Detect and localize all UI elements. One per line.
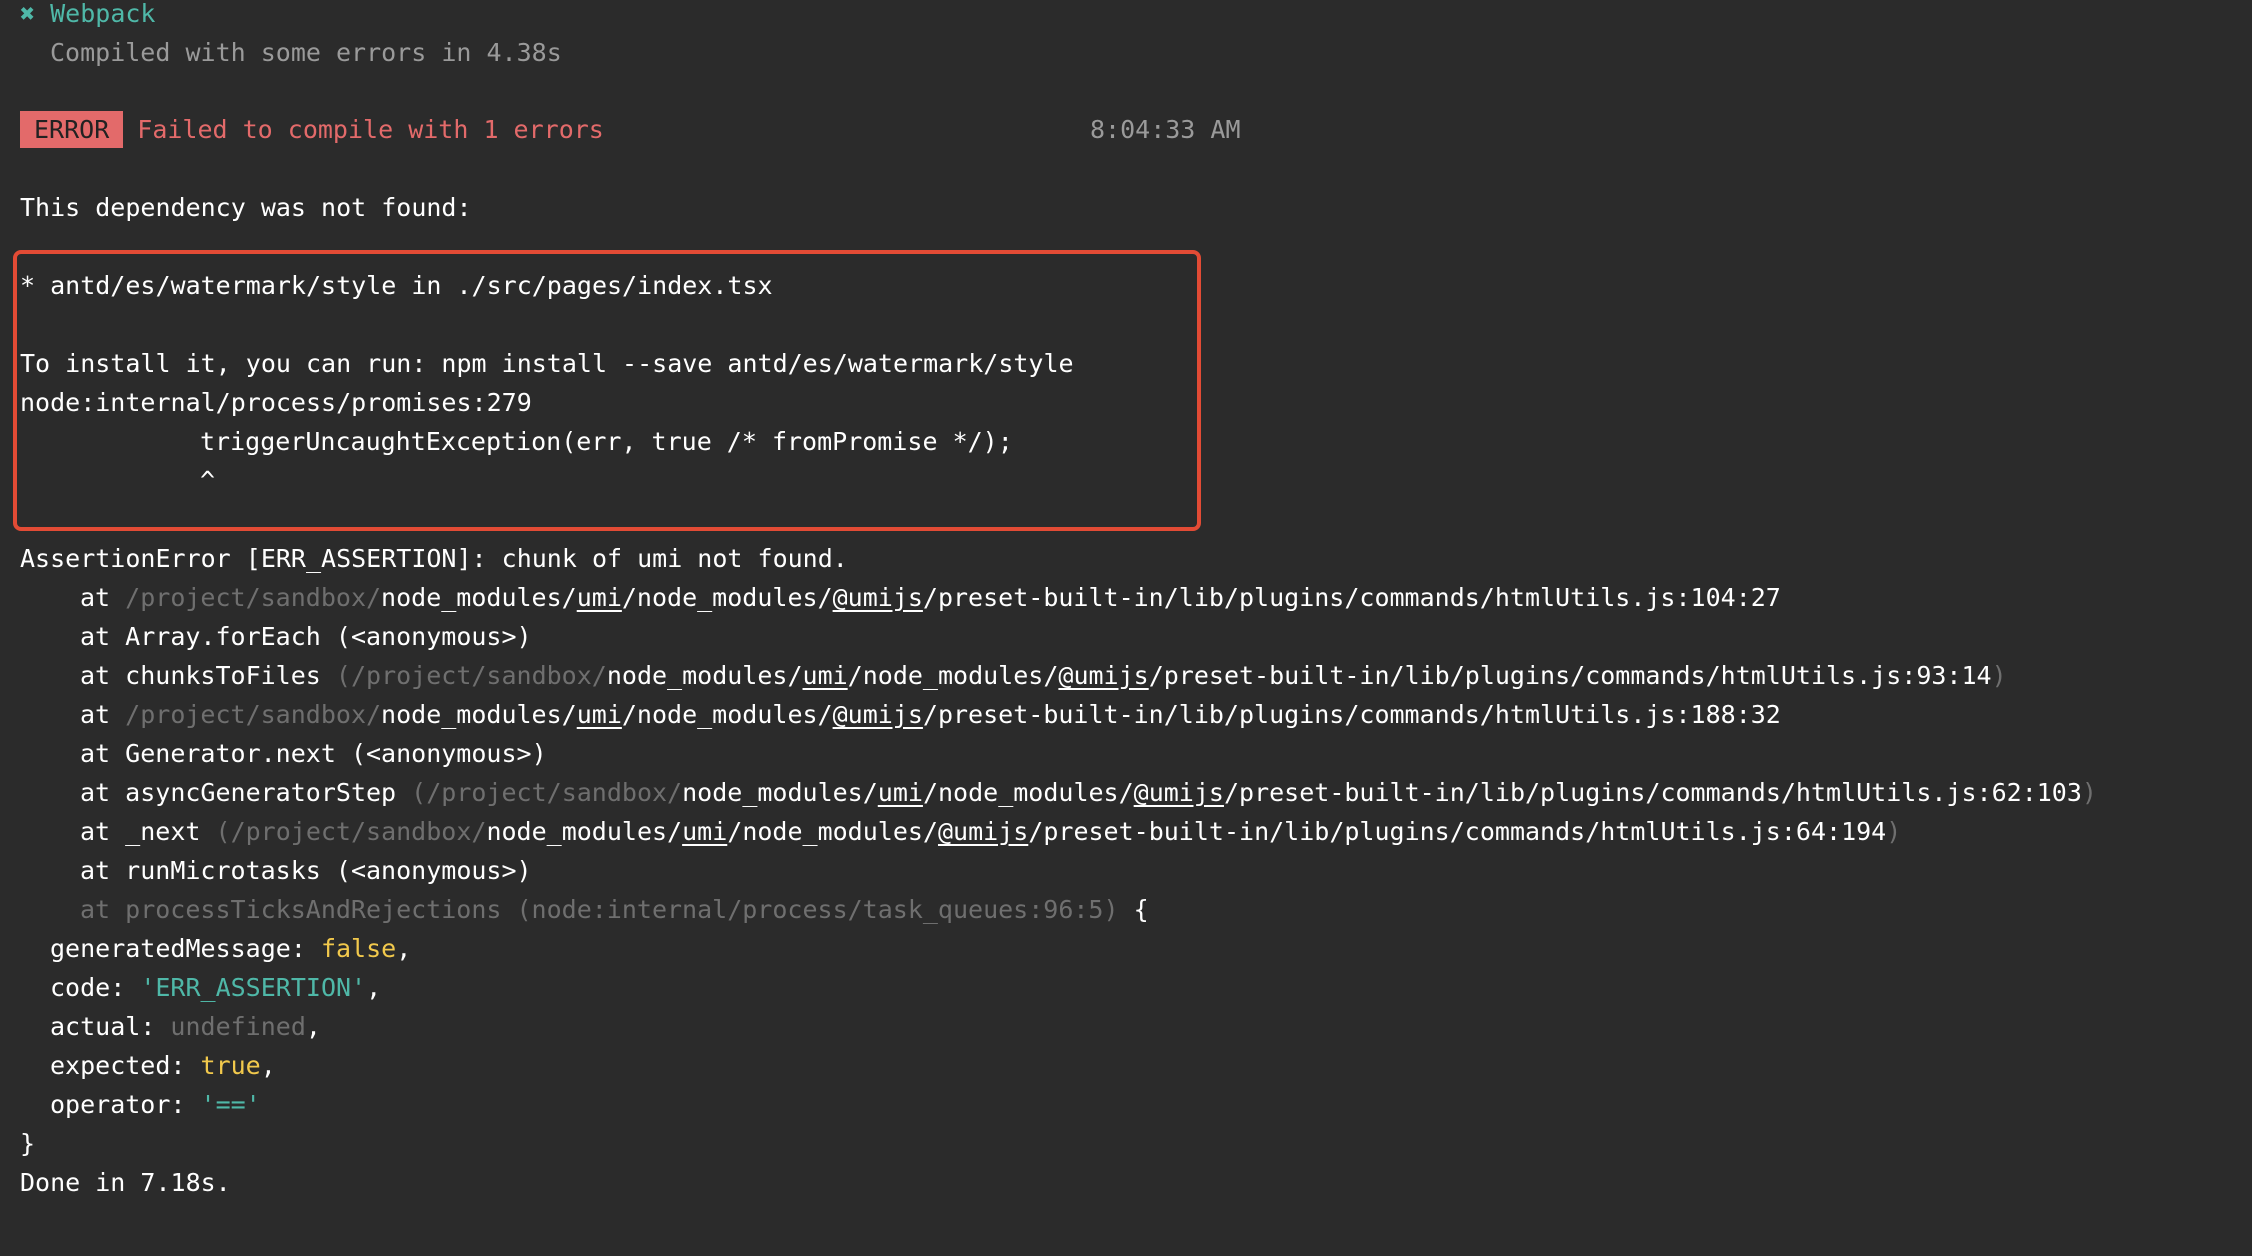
stack-line: at /project/sandbox/node_modules/umi/nod… xyxy=(80,583,1781,612)
dependency-heading: This dependency was not found: xyxy=(20,193,472,222)
close-brace: } xyxy=(20,1129,36,1158)
promise-location: node:internal/process/promises:279 xyxy=(20,388,532,417)
stack-line: at Generator.next (<anonymous>) xyxy=(80,739,547,768)
error-badge: ERROR xyxy=(20,111,124,148)
stack-line: at chunksToFiles (/project/sandbox/node_… xyxy=(80,661,2007,690)
assertion-error: AssertionError [ERR_ASSERTION]: chunk of… xyxy=(20,544,848,573)
stack-line: at processTicksAndRejections (node:inter… xyxy=(80,895,1149,924)
stack-line: at /project/sandbox/node_modules/umi/nod… xyxy=(80,700,1781,729)
stack-line: at _next (/project/sandbox/node_modules/… xyxy=(80,817,1902,846)
error-message: Failed to compile with 1 errors xyxy=(137,115,604,144)
prop-generated-message: generatedMessage: false, xyxy=(50,934,412,963)
webpack-title: Webpack xyxy=(50,0,156,28)
webpack-header: ✖ Webpack xyxy=(20,0,155,33)
prop-code: code: 'ERR_ASSERTION', xyxy=(50,973,382,1002)
uncaught-exception-code: triggerUncaughtException(err, true /* fr… xyxy=(200,427,1013,456)
error-line: ERROR Failed to compile with 1 errors 8:04… xyxy=(20,110,1320,149)
stack-line: at runMicrotasks (<anonymous>) xyxy=(80,856,532,885)
caret-marker: ^ xyxy=(200,466,216,495)
error-timestamp: 8:04:33 AM xyxy=(1090,115,1241,144)
compile-summary: Compiled with some errors in 4.38s xyxy=(50,38,562,67)
install-hint: To install it, you can run: npm install … xyxy=(20,349,1074,378)
stack-line: at Array.forEach (<anonymous>) xyxy=(80,622,532,651)
error-x-icon: ✖ xyxy=(20,0,36,28)
prop-operator: operator: '==' xyxy=(50,1090,261,1119)
prop-actual: actual: undefined, xyxy=(50,1012,321,1041)
done-message: Done in 7.18s. xyxy=(20,1168,231,1197)
stack-line: at asyncGeneratorStep (/project/sandbox/… xyxy=(80,778,2097,807)
missing-dependency: * antd/es/watermark/style in ./src/pages… xyxy=(20,271,773,300)
prop-expected: expected: true, xyxy=(50,1051,276,1080)
